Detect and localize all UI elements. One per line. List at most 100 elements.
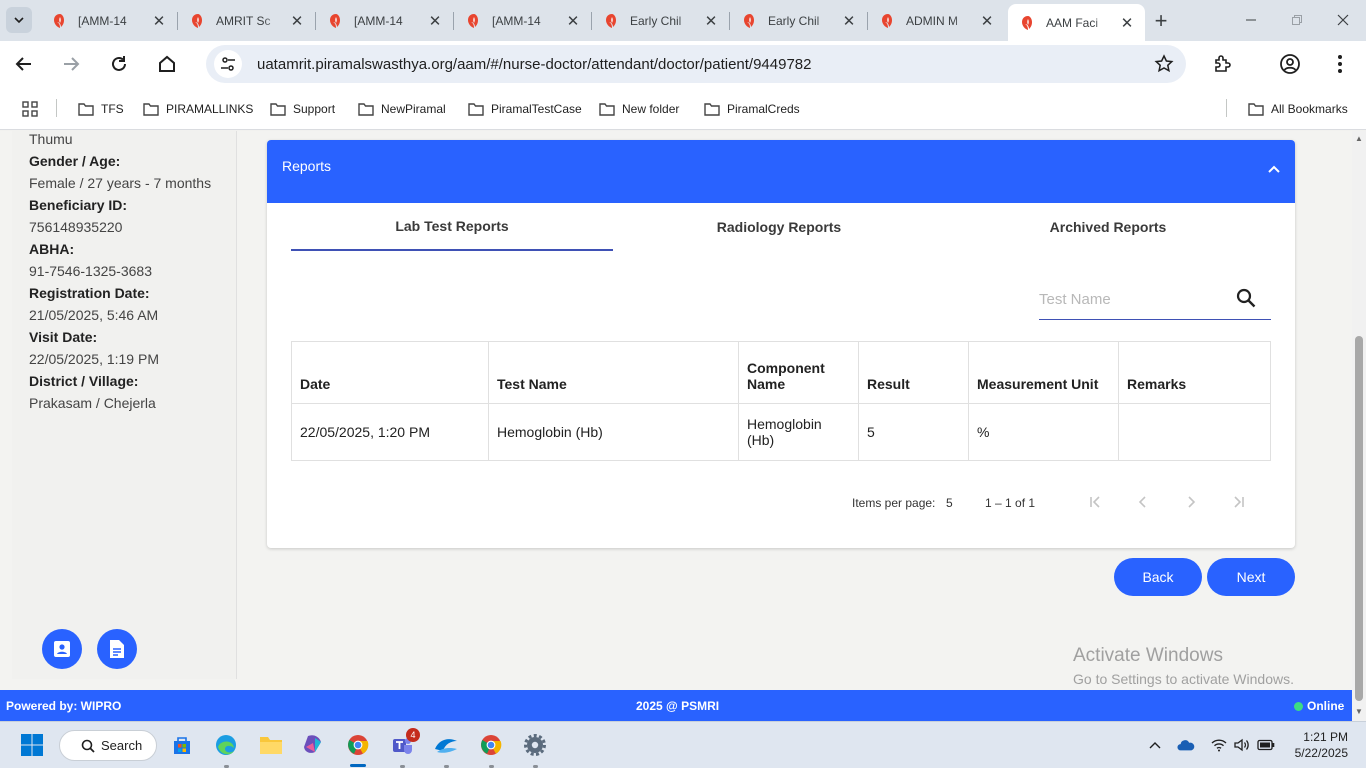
extensions-button[interactable] bbox=[1206, 48, 1238, 80]
close-tab-icon[interactable]: ✕ bbox=[151, 13, 167, 30]
battery-tray-icon[interactable] bbox=[1257, 736, 1275, 754]
tab-separator bbox=[867, 12, 868, 30]
reports-header[interactable]: Reports bbox=[267, 140, 1295, 203]
close-tab-icon[interactable]: ✕ bbox=[427, 13, 443, 30]
taskbar-edge[interactable] bbox=[212, 731, 240, 759]
volume-tray-icon[interactable] bbox=[1233, 736, 1251, 754]
back-button[interactable]: Back bbox=[1114, 558, 1202, 596]
browser-tab[interactable]: ADMIN M ✕ bbox=[868, 4, 1005, 37]
scroll-up-icon[interactable]: ▲ bbox=[1355, 135, 1363, 143]
next-page-button[interactable] bbox=[1179, 490, 1203, 514]
chrome-icon bbox=[481, 735, 502, 755]
scroll-down-icon[interactable]: ▼ bbox=[1355, 708, 1363, 716]
taskbar-store[interactable] bbox=[168, 731, 196, 759]
browser-tab[interactable]: [AMM-14 ✕ bbox=[316, 4, 453, 37]
close-window-button[interactable] bbox=[1320, 0, 1366, 40]
speaker-icon bbox=[1234, 738, 1249, 752]
beneficiary-id-value: 756148935220 bbox=[29, 219, 123, 235]
gender-age-label: Gender / Age: bbox=[29, 153, 121, 169]
taskbar-search[interactable]: Search bbox=[59, 730, 157, 761]
bookmark-item[interactable]: New folder bbox=[599, 99, 679, 119]
activate-windows-subtitle: Go to Settings to activate Windows. bbox=[1073, 671, 1294, 687]
column-header-measurement-unit: Measurement Unit bbox=[968, 341, 1119, 404]
taskbar-azure-data-studio[interactable] bbox=[432, 731, 460, 759]
bookmark-item[interactable]: PIRAMALLINKS bbox=[143, 99, 253, 119]
pagination-range: 1 – 1 of 1 bbox=[985, 496, 1036, 510]
cell-component-name: Hemoglobin (Hb) bbox=[738, 403, 859, 461]
reports-title: Reports bbox=[282, 158, 332, 174]
close-tab-icon[interactable]: ✕ bbox=[841, 13, 857, 30]
browser-tab[interactable]: [AMM-14 ✕ bbox=[454, 4, 591, 37]
patient-profile-button[interactable] bbox=[42, 629, 82, 669]
online-dot-icon bbox=[1294, 702, 1303, 711]
browser-menu-button[interactable] bbox=[1324, 48, 1356, 80]
taskbar-m365[interactable] bbox=[300, 731, 328, 759]
site-info-button[interactable] bbox=[214, 50, 242, 78]
restore-window-button[interactable] bbox=[1274, 0, 1320, 40]
close-tab-icon[interactable]: ✕ bbox=[565, 13, 581, 30]
bookmark-item[interactable]: Support bbox=[270, 99, 335, 119]
test-name-search-input[interactable] bbox=[1039, 288, 1229, 310]
first-page-button[interactable] bbox=[1083, 490, 1107, 514]
app-footer: Powered by: WIPRO 2025 @ PSMRI Online bbox=[0, 690, 1352, 721]
home-button[interactable] bbox=[151, 48, 183, 80]
browser-tab[interactable]: [AMM-14 ✕ bbox=[40, 4, 177, 37]
first-page-icon bbox=[1090, 496, 1100, 508]
folder-icon bbox=[358, 103, 374, 116]
show-hidden-icons-button[interactable] bbox=[1146, 736, 1164, 754]
browser-tab[interactable]: AMRIT Sc ✕ bbox=[178, 4, 315, 37]
chevron-up-icon[interactable] bbox=[1267, 162, 1281, 176]
browser-tab[interactable]: AAM Faci ✕ bbox=[1008, 4, 1145, 41]
forward-nav-button[interactable] bbox=[55, 48, 87, 80]
bookmark-item[interactable]: TFS bbox=[78, 99, 124, 119]
scrollbar-thumb[interactable] bbox=[1355, 336, 1363, 701]
taskbar-chrome-active[interactable] bbox=[344, 731, 372, 759]
bookmark-item[interactable]: NewPiramal bbox=[358, 99, 446, 119]
tab-search-button[interactable] bbox=[6, 7, 32, 33]
tab-separator bbox=[177, 12, 178, 30]
tab-radiology-reports[interactable]: Radiology Reports bbox=[618, 203, 940, 251]
last-page-button[interactable] bbox=[1227, 490, 1251, 514]
minimize-window-button[interactable] bbox=[1228, 0, 1274, 40]
abha-value: 91-7546-1325-3683 bbox=[29, 263, 152, 279]
all-bookmarks-button[interactable]: All Bookmarks bbox=[1248, 99, 1348, 119]
search-icon[interactable] bbox=[1235, 287, 1257, 309]
chevron-up-icon bbox=[1149, 742, 1161, 749]
browser-tab[interactable]: Early Chil ✕ bbox=[730, 4, 867, 37]
patient-name: Thumu bbox=[29, 131, 73, 147]
profile-button[interactable] bbox=[1274, 48, 1306, 80]
close-icon bbox=[1337, 14, 1349, 26]
start-button[interactable] bbox=[18, 731, 46, 759]
wifi-tray-icon[interactable] bbox=[1210, 736, 1228, 754]
bookmarks-divider bbox=[1226, 99, 1227, 117]
bookmark-star-icon[interactable] bbox=[1154, 54, 1174, 74]
bookmark-item[interactable]: PiramalCreds bbox=[704, 99, 800, 119]
close-tab-icon[interactable]: ✕ bbox=[1119, 15, 1135, 32]
browser-tab[interactable]: Early Chil ✕ bbox=[592, 4, 729, 37]
chrome-icon bbox=[348, 735, 369, 755]
close-tab-icon[interactable]: ✕ bbox=[979, 13, 995, 30]
taskbar-settings[interactable] bbox=[521, 731, 549, 759]
page-scrollbar[interactable]: ▲ ▼ bbox=[1352, 131, 1366, 721]
bookmark-item[interactable]: PiramalTestCase bbox=[468, 99, 582, 119]
onedrive-tray-icon[interactable] bbox=[1177, 736, 1195, 754]
tab-lab-test-reports[interactable]: Lab Test Reports bbox=[291, 203, 613, 251]
close-tab-icon[interactable]: ✕ bbox=[703, 13, 719, 30]
apps-grid-icon[interactable] bbox=[22, 101, 38, 117]
next-button[interactable]: Next bbox=[1207, 558, 1295, 596]
tab-title: AAM Faci bbox=[1046, 15, 1099, 30]
address-bar[interactable]: uatamrit.piramalswasthya.org/aam/#/nurse… bbox=[206, 45, 1186, 83]
previous-page-button[interactable] bbox=[1131, 490, 1155, 514]
tab-archived-reports[interactable]: Archived Reports bbox=[947, 203, 1269, 251]
patient-documents-button[interactable] bbox=[97, 629, 137, 669]
new-tab-button[interactable]: + bbox=[1148, 8, 1174, 34]
back-nav-button[interactable] bbox=[8, 48, 40, 80]
taskbar-chrome[interactable] bbox=[477, 731, 505, 759]
abha-label: ABHA: bbox=[29, 241, 75, 257]
taskbar-file-explorer[interactable] bbox=[257, 731, 285, 759]
close-tab-icon[interactable]: ✕ bbox=[289, 13, 305, 30]
url-text[interactable]: uatamrit.piramalswasthya.org/aam/#/nurse… bbox=[257, 56, 812, 73]
reload-button[interactable] bbox=[103, 48, 135, 80]
items-per-page-select[interactable]: 5 bbox=[946, 496, 953, 510]
system-clock[interactable]: 1:21 PM 5/22/2025 bbox=[1288, 729, 1348, 761]
